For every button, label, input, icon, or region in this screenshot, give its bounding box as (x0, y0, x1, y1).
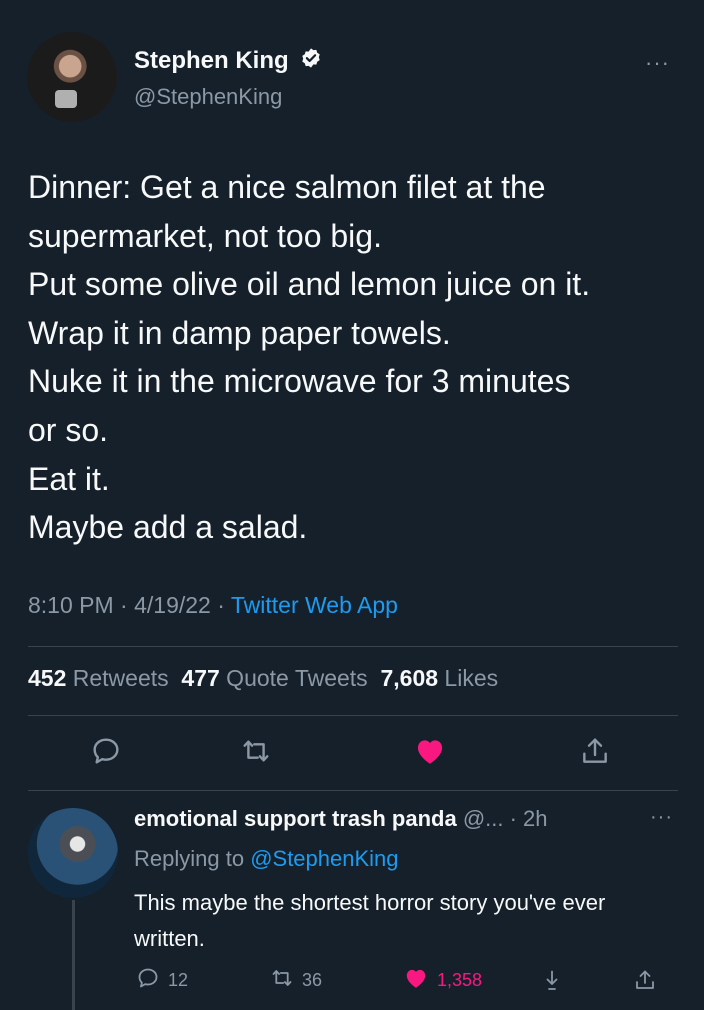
reply-like-button[interactable]: 1,358 (403, 965, 482, 995)
tweet-meta: 8:10 PM · 4/19/22 · Twitter Web App (28, 592, 398, 619)
share-icon[interactable] (575, 731, 615, 771)
divider (28, 646, 678, 647)
divider (28, 790, 678, 791)
reply-header: emotional support trash panda @... · 2h (134, 806, 548, 832)
retweet-icon (270, 966, 294, 995)
tweet-text-line: or so. (28, 411, 109, 448)
reply-icon[interactable] (86, 731, 126, 771)
reply-more-options-icon[interactable]: ··· (650, 806, 673, 829)
tweet-text-line: Eat it. (28, 460, 110, 497)
reply-icon (136, 966, 160, 995)
replying-to: Replying to @StephenKing (134, 846, 399, 872)
reply-reply-button[interactable]: 12 (136, 965, 188, 995)
reply-author-name[interactable]: emotional support trash panda (134, 806, 457, 831)
author-name-row[interactable]: Stephen King (134, 47, 322, 76)
like-count: 1,358 (437, 969, 483, 990)
tweet-date[interactable]: 4/19/22 (134, 592, 211, 618)
share-icon[interactable] (633, 965, 657, 995)
tweet-text-line: Maybe add a salad. (28, 509, 308, 546)
retweets-stat[interactable]: 452 Retweets (28, 665, 169, 691)
tweet-stats: 452 Retweets 477 Quote Tweets 7,608 Like… (28, 665, 498, 692)
reply-meta[interactable]: @... · 2h (457, 806, 548, 831)
avatar-shirt-graphic (55, 90, 77, 108)
retweet-icon[interactable] (236, 731, 276, 771)
reply-text: This maybe the shortest horror story you… (134, 890, 606, 951)
reply-author-avatar[interactable] (28, 808, 118, 898)
replying-prefix: Replying to (134, 846, 251, 871)
tweet-text-line: Put some olive oil and lemon juice on it… (28, 266, 591, 303)
heart-icon[interactable] (410, 731, 450, 771)
verified-badge-icon (300, 47, 322, 76)
meta-separator: · (210, 592, 231, 618)
tweet-text: Dinner: Get a nice salmon filet at the s… (28, 163, 688, 552)
tweet-text-line: supermarket, not too big. (28, 217, 382, 254)
tweet-text-line: Dinner: Get a nice salmon filet at the (28, 169, 546, 205)
tweet-time[interactable]: 8:10 PM (28, 592, 114, 618)
tweet-source[interactable]: Twitter Web App (231, 592, 398, 618)
retweet-count: 36 (302, 969, 323, 990)
bookmark-download-icon[interactable] (540, 965, 564, 995)
reply-count: 12 (168, 969, 189, 990)
divider (28, 715, 678, 716)
quote-tweets-stat[interactable]: 477 Quote Tweets (181, 665, 367, 691)
author-avatar[interactable] (27, 32, 117, 122)
meta-separator: · (113, 592, 135, 618)
reply-retweet-button[interactable]: 36 (270, 965, 322, 995)
likes-stat[interactable]: 7,608 Likes (380, 665, 498, 691)
heart-icon (403, 965, 429, 996)
thread-line (72, 900, 75, 1010)
author-name[interactable]: Stephen King (134, 47, 289, 74)
more-options-icon[interactable]: ··· (645, 50, 670, 76)
author-handle[interactable]: @StephenKing (134, 84, 282, 110)
tweet-text-line: Wrap it in damp paper towels. (28, 314, 451, 351)
tweet-text-line: Nuke it in the microwave for 3 minutes (28, 363, 571, 400)
replying-mention[interactable]: @StephenKing (250, 846, 398, 871)
